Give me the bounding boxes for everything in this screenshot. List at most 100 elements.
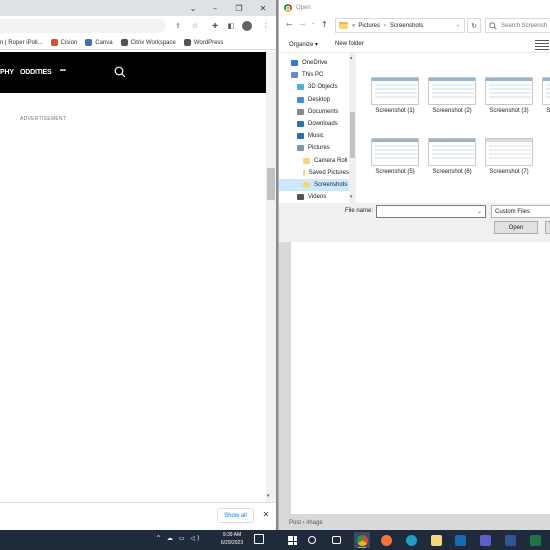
taskbar-start-icon[interactable]: [284, 532, 300, 548]
nav-item-desktop[interactable]: Desktop: [279, 94, 349, 106]
close-button[interactable]: ✕: [252, 0, 274, 16]
bookmark-item[interactable]: Cision: [50, 39, 77, 46]
taskbar-word-icon[interactable]: [502, 532, 518, 548]
folder-icon: [303, 182, 310, 188]
search-icon[interactable]: [114, 66, 126, 78]
taskbar-firefox-icon[interactable]: [378, 532, 394, 548]
back-arrow-icon[interactable]: ←: [286, 20, 293, 29]
nav-item-downloads[interactable]: Downloads: [279, 118, 349, 130]
maximize-button[interactable]: ❐: [228, 0, 250, 16]
forward-arrow-icon[interactable]: →: [299, 20, 306, 29]
nav-more-button[interactable]: •••: [60, 68, 66, 74]
bookmark-star-icon[interactable]: ☆: [189, 20, 201, 32]
side-panel-icon[interactable]: ◧: [225, 20, 237, 32]
file-name-label[interactable]: Screenshot (1): [367, 108, 423, 114]
recent-locations-icon[interactable]: ⌄: [311, 20, 315, 26]
file-thumbnail[interactable]: [485, 77, 533, 105]
file-name-label[interactable]: Screenshot (6): [424, 169, 480, 175]
nav-item-label: Screenshots: [314, 182, 348, 188]
file-list-pane: Screenshot (1) Screenshot (2) Screenshot (…: [356, 53, 550, 203]
system-tray-icons[interactable]: ^ ☁ ▭ ◁): [156, 535, 201, 542]
taskbar-file-explorer-icon[interactable]: [428, 532, 444, 548]
start-icon: [287, 535, 297, 545]
refresh-button[interactable]: ↻: [467, 18, 481, 33]
bookmark-item[interactable]: Citrix Workspace: [120, 39, 176, 46]
bookmark-label: Citrix Workspace: [130, 39, 176, 46]
nav-item-camera-roll[interactable]: Camera Roll: [279, 155, 349, 167]
edge-icon: [405, 534, 417, 546]
breadcrumb-overflow[interactable]: «: [352, 23, 355, 29]
folder-icon: [303, 157, 310, 164]
nav-item-documents[interactable]: Documents: [279, 106, 349, 118]
nav-item-music[interactable]: Music: [279, 130, 349, 142]
address-bar[interactable]: [0, 19, 166, 33]
file-name-label[interactable]: Screenshot (7): [481, 169, 537, 175]
notification-center-icon[interactable]: [254, 534, 264, 544]
taskbar-search-icon[interactable]: [304, 532, 320, 548]
bookmark-item[interactable]: WordPress: [183, 39, 223, 46]
bookmark-item[interactable]: Canva: [85, 39, 113, 46]
nav-link-photography[interactable]: PHY: [0, 69, 14, 76]
breadcrumb-pictures[interactable]: Pictures: [358, 23, 380, 29]
file-thumbnail[interactable]: [371, 138, 419, 166]
view-options-icon[interactable]: [535, 40, 549, 50]
nav-scroll-down-icon[interactable]: ▾: [350, 194, 353, 200]
taskbar-edge-icon[interactable]: [403, 532, 419, 548]
taskbar-chrome-icon[interactable]: [354, 532, 370, 548]
file-name-label[interactable]: Screenshot (2): [424, 108, 480, 114]
taskbar-outlook-icon[interactable]: [452, 532, 468, 548]
menu-kebab-icon[interactable]: ⋮: [260, 20, 272, 32]
nav-item-saved-pictures[interactable]: Saved Pictures: [279, 167, 349, 179]
nav-item-screenshots[interactable]: Screenshots: [279, 179, 349, 191]
organize-menu-button[interactable]: Organize ▾: [289, 41, 318, 48]
file-thumbnail[interactable]: [542, 77, 550, 105]
file-name-dropdown-icon[interactable]: ⌄: [477, 208, 482, 215]
taskbar-teams-icon[interactable]: [477, 532, 493, 548]
search-folder-input[interactable]: Search Screensh: [485, 18, 550, 33]
file-thumbnail[interactable]: [485, 138, 533, 166]
file-thumbnail[interactable]: [428, 138, 476, 166]
bookmark-item[interactable]: n | Roper iPoll...: [0, 40, 43, 46]
close-downloads-bar-button[interactable]: ✕: [255, 506, 276, 522]
taskbar-task-view-icon[interactable]: [328, 532, 344, 548]
show-all-downloads-button[interactable]: Show all: [217, 508, 254, 523]
file-name-label[interactable]: Screenshot (5): [367, 169, 423, 175]
cancel-button[interactable]: [545, 221, 550, 234]
nav-link-oddities[interactable]: ODDITIES: [20, 69, 52, 76]
open-button[interactable]: Open: [494, 221, 538, 234]
teams-icon: [479, 534, 491, 546]
nav-item-this-pc[interactable]: This PC: [279, 69, 349, 81]
bookmark-favicon-icon: [120, 39, 128, 46]
extensions-icon[interactable]: ✚: [209, 20, 221, 32]
path-breadcrumb[interactable]: « Pictures › Screenshots ⌄: [335, 18, 465, 33]
file-name-input[interactable]: ⌄: [376, 205, 486, 218]
path-dropdown-icon[interactable]: ⌄: [456, 22, 460, 28]
nav-item-videos[interactable]: Videos: [279, 191, 349, 203]
file-type-filter[interactable]: Custom Files: [491, 205, 550, 218]
profile-avatar[interactable]: [242, 21, 252, 31]
file-name-label[interactable]: Screenshot (4): [538, 108, 550, 114]
file-name-label[interactable]: Screenshot (3): [481, 108, 537, 114]
navigation-pane-scrollbar-thumb[interactable]: [350, 112, 355, 158]
nav-item-label: Music: [308, 133, 324, 140]
nav-item-3d-objects[interactable]: 3D Objects: [279, 81, 349, 93]
page-scrollbar-thumb[interactable]: [267, 168, 275, 200]
nav-item-onedrive[interactable]: OneDrive: [279, 57, 349, 69]
nav-item-label: Documents: [308, 108, 339, 115]
nav-item-pictures[interactable]: Pictures: [279, 142, 349, 154]
taskbar-excel-icon[interactable]: [527, 532, 543, 548]
share-icon[interactable]: ⇪: [172, 20, 184, 32]
file-thumbnail[interactable]: [428, 77, 476, 105]
up-arrow-icon[interactable]: ↑: [321, 20, 328, 29]
breadcrumb-screenshots[interactable]: Screenshots: [390, 23, 423, 29]
page-scrollbar[interactable]: [266, 52, 276, 502]
nav-scroll-up-icon[interactable]: ▴: [350, 55, 353, 61]
file-thumbnail[interactable]: [371, 77, 419, 105]
minimize-button[interactable]: –: [204, 0, 226, 16]
new-folder-button[interactable]: New folder: [335, 41, 364, 47]
folder-icon: [297, 84, 304, 91]
clock-time: 9:39 AM: [222, 532, 242, 538]
scroll-down-arrow-icon[interactable]: ▾: [267, 493, 270, 499]
taskbar-clock[interactable]: 9:39 AM 6/29/2023: [216, 531, 248, 547]
tab-search-button[interactable]: ⌄: [182, 0, 204, 16]
